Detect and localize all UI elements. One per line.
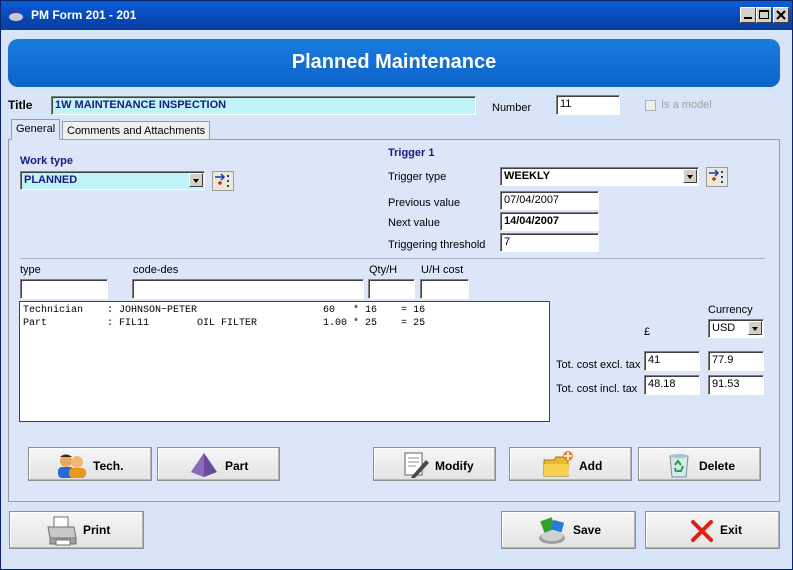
currency-select[interactable]: USD — [708, 319, 764, 338]
currency-label: Currency — [708, 304, 753, 316]
modify-button[interactable]: Modify — [373, 447, 496, 481]
trigger-heading: Trigger 1 — [388, 147, 435, 159]
type-label: type — [20, 264, 41, 276]
number-label: Number — [492, 102, 532, 114]
triggering-threshold-label: Triggering threshold — [388, 239, 486, 251]
tech-button[interactable]: Tech. — [28, 447, 152, 481]
unit-cost-input[interactable] — [420, 279, 469, 299]
qty-label: Qty/H — [369, 264, 398, 276]
exit-x-icon — [691, 520, 713, 542]
printer-icon — [47, 516, 77, 546]
work-type-select[interactable]: PLANNED — [20, 171, 205, 190]
cost-excl-gbp-field[interactable]: 41 — [644, 351, 700, 371]
unit-cost-label: U/H cost — [421, 264, 464, 276]
trigger-picker-button[interactable] — [706, 167, 728, 187]
title-label: Title — [8, 98, 33, 112]
print-button-label: Print — [83, 523, 111, 537]
page-title: Planned Maintenance — [291, 51, 497, 73]
type-input[interactable] — [20, 279, 108, 299]
close-window-button[interactable] — [773, 7, 789, 23]
trigger-type-label: Trigger type — [388, 171, 447, 183]
part-button[interactable]: Part — [157, 447, 280, 481]
add-button[interactable]: Add — [509, 447, 632, 481]
currency-value: USD — [712, 322, 736, 334]
code-des-input[interactable] — [132, 279, 364, 299]
list-picker-icon — [215, 173, 229, 187]
chevron-down-icon[interactable] — [748, 321, 762, 335]
print-button[interactable]: Print — [9, 511, 144, 549]
list-item[interactable]: Part : FIL11 OIL FILTER 1.00 * 25 = 25 — [23, 317, 546, 330]
header-banner: Planned Maintenance — [8, 39, 780, 87]
technicians-icon — [58, 454, 86, 478]
triggering-threshold-field[interactable]: 7 — [500, 233, 599, 252]
cost-incl-tax-label: Tot. cost incl. tax — [556, 383, 638, 395]
cost-incl-gbp-field[interactable]: 48.18 — [644, 375, 700, 395]
is-model-checkbox[interactable] — [645, 100, 656, 111]
recycle-bin-icon — [669, 454, 689, 478]
chevron-down-icon[interactable] — [683, 169, 697, 183]
edit-document-icon — [404, 452, 429, 478]
cost-excl-usd-field[interactable]: 77.9 — [708, 351, 764, 371]
work-type-label: Work type — [20, 155, 73, 167]
qty-input[interactable] — [368, 279, 415, 299]
delete-button[interactable]: Delete — [638, 447, 761, 481]
window-title: PM Form 201 - 201 — [31, 8, 137, 22]
tech-button-label: Tech. — [93, 459, 124, 473]
part-icon — [191, 453, 217, 477]
pound-symbol: £ — [644, 326, 651, 338]
close-icon — [776, 10, 786, 20]
delete-button-label: Delete — [699, 459, 736, 473]
part-button-label: Part — [225, 459, 249, 473]
app-icon — [8, 9, 23, 21]
is-model-label: Is a model — [661, 99, 712, 111]
cost-incl-usd-field[interactable]: 91.53 — [708, 375, 764, 395]
title-input[interactable]: 1W MAINTENANCE INSPECTION — [51, 96, 476, 115]
exit-button-label: Exit — [720, 523, 743, 537]
task-list[interactable]: Technician : JOHNSON~PETER 60 * 16 = 16 … — [19, 301, 550, 422]
cost-excl-tax-label: Tot. cost excl. tax — [556, 359, 641, 371]
exit-button[interactable]: Exit — [645, 511, 780, 549]
work-type-picker-button[interactable] — [212, 171, 234, 191]
pm-form-window: PM Form 201 - 201 Planned Maintenance Ti… — [0, 0, 793, 570]
maximize-icon — [759, 10, 769, 19]
previous-value-field[interactable]: 07/04/2007 — [500, 191, 599, 210]
save-icon — [539, 517, 565, 544]
work-type-value: PLANNED — [24, 174, 78, 186]
trigger-type-value: WEEKLY — [504, 170, 551, 182]
list-item[interactable]: Technician : JOHNSON~PETER 60 * 16 = 16 — [23, 304, 546, 317]
chevron-down-icon[interactable] — [189, 173, 203, 187]
add-folder-icon — [543, 451, 573, 477]
tab-comments-attachments[interactable]: Comments and Attachments — [62, 121, 211, 140]
maximize-button[interactable] — [756, 7, 772, 23]
add-button-label: Add — [579, 459, 603, 473]
next-value-label: Next value — [388, 217, 440, 229]
save-button[interactable]: Save — [501, 511, 636, 549]
next-value-field[interactable]: 14/04/2007 — [500, 212, 599, 231]
list-picker-icon — [709, 169, 723, 183]
title-bar[interactable]: PM Form 201 - 201 — [1, 1, 792, 30]
tab-general[interactable]: General — [11, 119, 61, 140]
code-des-label: code-des — [133, 264, 179, 276]
previous-value-label: Previous value — [388, 197, 461, 209]
minimize-button[interactable] — [740, 7, 756, 23]
trigger-type-select[interactable]: WEEKLY — [500, 167, 699, 186]
modify-button-label: Modify — [435, 459, 474, 473]
save-button-label: Save — [573, 523, 602, 537]
minimize-icon — [744, 17, 752, 19]
number-input[interactable]: 11 — [556, 95, 620, 115]
divider — [20, 258, 765, 259]
